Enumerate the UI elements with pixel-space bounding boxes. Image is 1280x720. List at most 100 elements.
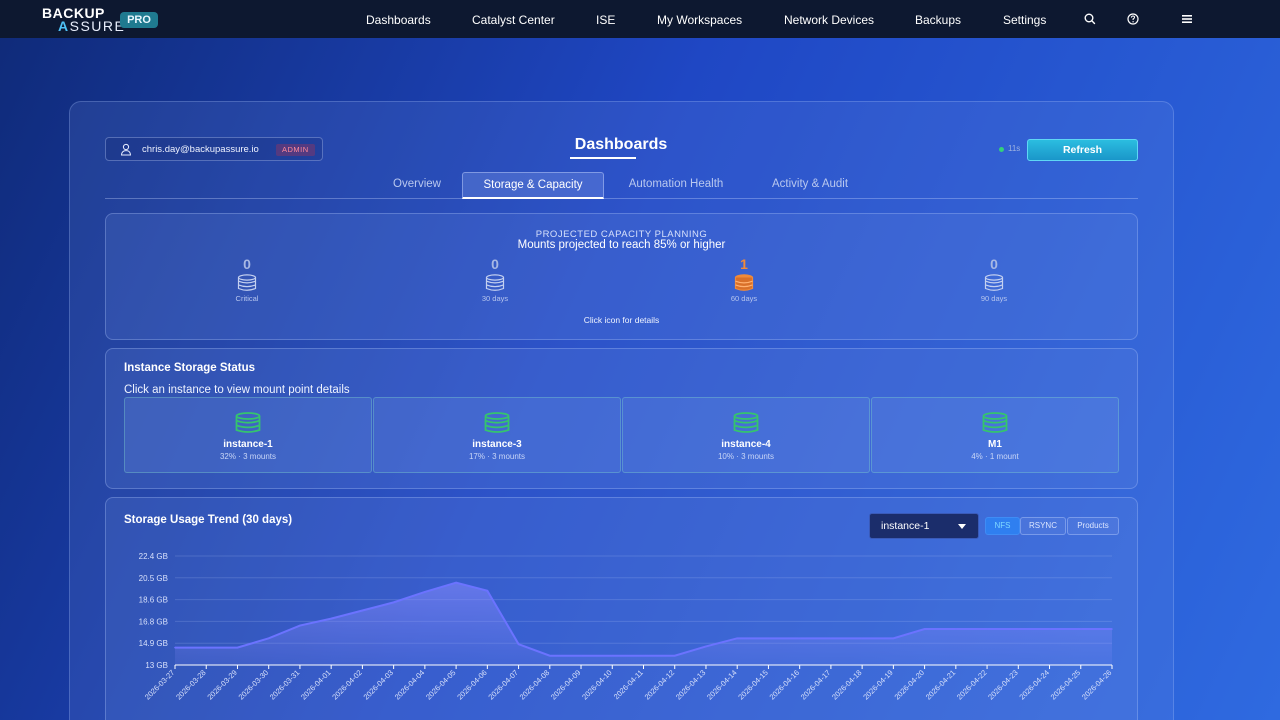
x-tick-label: 2026-04-24 <box>1017 668 1050 701</box>
data-point <box>486 589 489 592</box>
x-tick-label: 2026-04-13 <box>674 668 707 701</box>
data-point <box>830 637 832 640</box>
nav-ise[interactable]: ISE <box>596 0 615 38</box>
y-tick-label: 16.8 GB <box>139 617 168 626</box>
data-point <box>923 628 926 630</box>
instance-name: instance-3 <box>472 439 522 450</box>
x-tick-label: 2026-04-26 <box>1080 668 1113 701</box>
database-icon <box>235 412 261 433</box>
x-tick-label: 2026-04-23 <box>986 668 1019 701</box>
logo-line2: ASSURE <box>58 18 126 34</box>
tab-activity-audit[interactable]: Activity & Audit <box>754 172 866 199</box>
instance-section-subtitle: Click an instance to view mount point de… <box>124 384 350 396</box>
database-icon <box>733 412 759 433</box>
x-tick-label: 2026-04-04 <box>393 668 426 701</box>
y-tick-label: 14.9 GB <box>139 639 168 648</box>
instance-name: instance-4 <box>721 439 771 450</box>
database-icon[interactable] <box>984 274 1004 292</box>
y-tick-label: 18.6 GB <box>139 596 168 605</box>
x-tick-label: 2026-04-01 <box>299 668 332 701</box>
y-tick-label: 20.5 GB <box>139 574 168 583</box>
data-point <box>955 628 957 630</box>
instance-select[interactable]: instance-1 <box>869 513 979 539</box>
refresh-button[interactable]: Refresh <box>1027 139 1138 161</box>
capacity-count: 0 <box>243 256 251 272</box>
x-tick-label: 2026-04-16 <box>768 668 801 701</box>
top-navbar: BACKUP ASSURE PRO Dashboards Catalyst Ce… <box>0 0 1280 38</box>
capacity-label: Critical <box>235 294 259 303</box>
logo[interactable]: BACKUP ASSURE PRO <box>42 6 162 34</box>
data-point <box>424 591 426 593</box>
data-point <box>549 654 551 657</box>
capacity-90-days[interactable]: 0 90 days <box>954 256 1034 303</box>
database-icon[interactable] <box>485 274 505 292</box>
nav-dashboards[interactable]: Dashboards <box>366 0 431 38</box>
nav-backups[interactable]: Backups <box>915 0 961 38</box>
instance-card[interactable]: M1 4% · 1 mount <box>871 397 1119 473</box>
user-chip[interactable]: chris.day@backupassure.io ADMIN <box>105 137 323 161</box>
data-point <box>299 624 301 627</box>
x-tick-label: 2026-04-10 <box>580 668 613 701</box>
nav-network-devices[interactable]: Network Devices <box>784 0 874 38</box>
x-tick-label: 2026-04-19 <box>861 668 894 701</box>
data-point <box>267 637 270 640</box>
instance-name: instance-1 <box>223 439 273 450</box>
data-point <box>642 654 645 657</box>
x-tick-label: 2026-04-20 <box>893 668 926 701</box>
refresh-timer: 11s <box>1008 144 1021 153</box>
capacity-30-days[interactable]: 0 30 days <box>455 256 535 303</box>
menu-icon[interactable] <box>1180 12 1194 26</box>
x-tick-label: 2026-03-31 <box>268 668 301 701</box>
capacity-60-days[interactable]: 1 60 days <box>704 256 784 303</box>
filter-nfs[interactable]: NFS <box>985 517 1020 535</box>
capacity-count: 0 <box>491 256 499 272</box>
role-badge: ADMIN <box>276 144 315 156</box>
nav-catalyst-center[interactable]: Catalyst Center <box>472 0 555 38</box>
capacity-count: 1 <box>740 256 748 272</box>
data-point <box>392 601 395 604</box>
x-tick-label: 2026-03-29 <box>205 668 238 701</box>
storage-usage-chart: 22.4 GB 20.5 GB 18.6 GB 16.8 GB 14.9 GB 13 GB… <box>139 552 1114 702</box>
data-point <box>798 637 801 640</box>
pro-badge: PRO <box>120 12 158 28</box>
capacity-critical[interactable]: 0 Critical <box>207 256 287 303</box>
data-point <box>705 645 707 648</box>
x-tick-label: 2026-04-02 <box>330 668 363 701</box>
tab-automation-health[interactable]: Automation Health <box>612 172 740 199</box>
instance-card[interactable]: instance-3 17% · 3 mounts <box>373 397 621 473</box>
x-tick-label: 2026-04-05 <box>424 668 457 701</box>
instance-meta: 17% · 3 mounts <box>468 452 526 461</box>
x-tick-label: 2026-03-27 <box>143 668 176 701</box>
x-tick-label: 2026-04-07 <box>486 668 519 701</box>
user-icon <box>120 143 132 156</box>
data-point <box>861 637 863 640</box>
filter-rsync[interactable]: RSYNC <box>1020 517 1066 535</box>
data-point <box>330 617 332 620</box>
database-icon[interactable] <box>734 274 754 292</box>
data-point <box>1017 628 1020 630</box>
data-point <box>174 646 176 649</box>
capacity-count: 0 <box>990 256 998 272</box>
data-point <box>611 654 614 657</box>
nav-settings[interactable]: Settings <box>1003 0 1046 38</box>
tab-overview[interactable]: Overview <box>378 172 456 199</box>
instance-meta: 32% · 3 mounts <box>219 452 277 461</box>
help-icon[interactable] <box>1126 12 1140 26</box>
database-icon[interactable] <box>237 274 257 292</box>
search-icon[interactable] <box>1083 12 1097 26</box>
nav-my-workspaces[interactable]: My Workspaces <box>657 0 742 38</box>
instance-card[interactable]: instance-1 32% · 3 mounts <box>124 397 372 473</box>
filter-products[interactable]: Products <box>1067 517 1119 535</box>
instance-select-value: instance-1 <box>881 520 930 532</box>
x-tick-label: 2026-04-21 <box>924 668 957 701</box>
instance-card[interactable]: instance-4 10% · 3 mounts <box>622 397 870 473</box>
capacity-label: 60 days <box>730 294 758 303</box>
data-point <box>986 628 988 630</box>
x-tick-label: 2026-04-17 <box>799 668 832 701</box>
x-tick-label: 2026-04-14 <box>705 668 738 701</box>
tab-storage-capacity[interactable]: Storage & Capacity <box>462 172 604 199</box>
data-point <box>236 646 239 649</box>
data-point <box>205 646 208 649</box>
data-point <box>361 609 364 612</box>
trend-title: Storage Usage Trend (30 days) <box>124 514 293 526</box>
